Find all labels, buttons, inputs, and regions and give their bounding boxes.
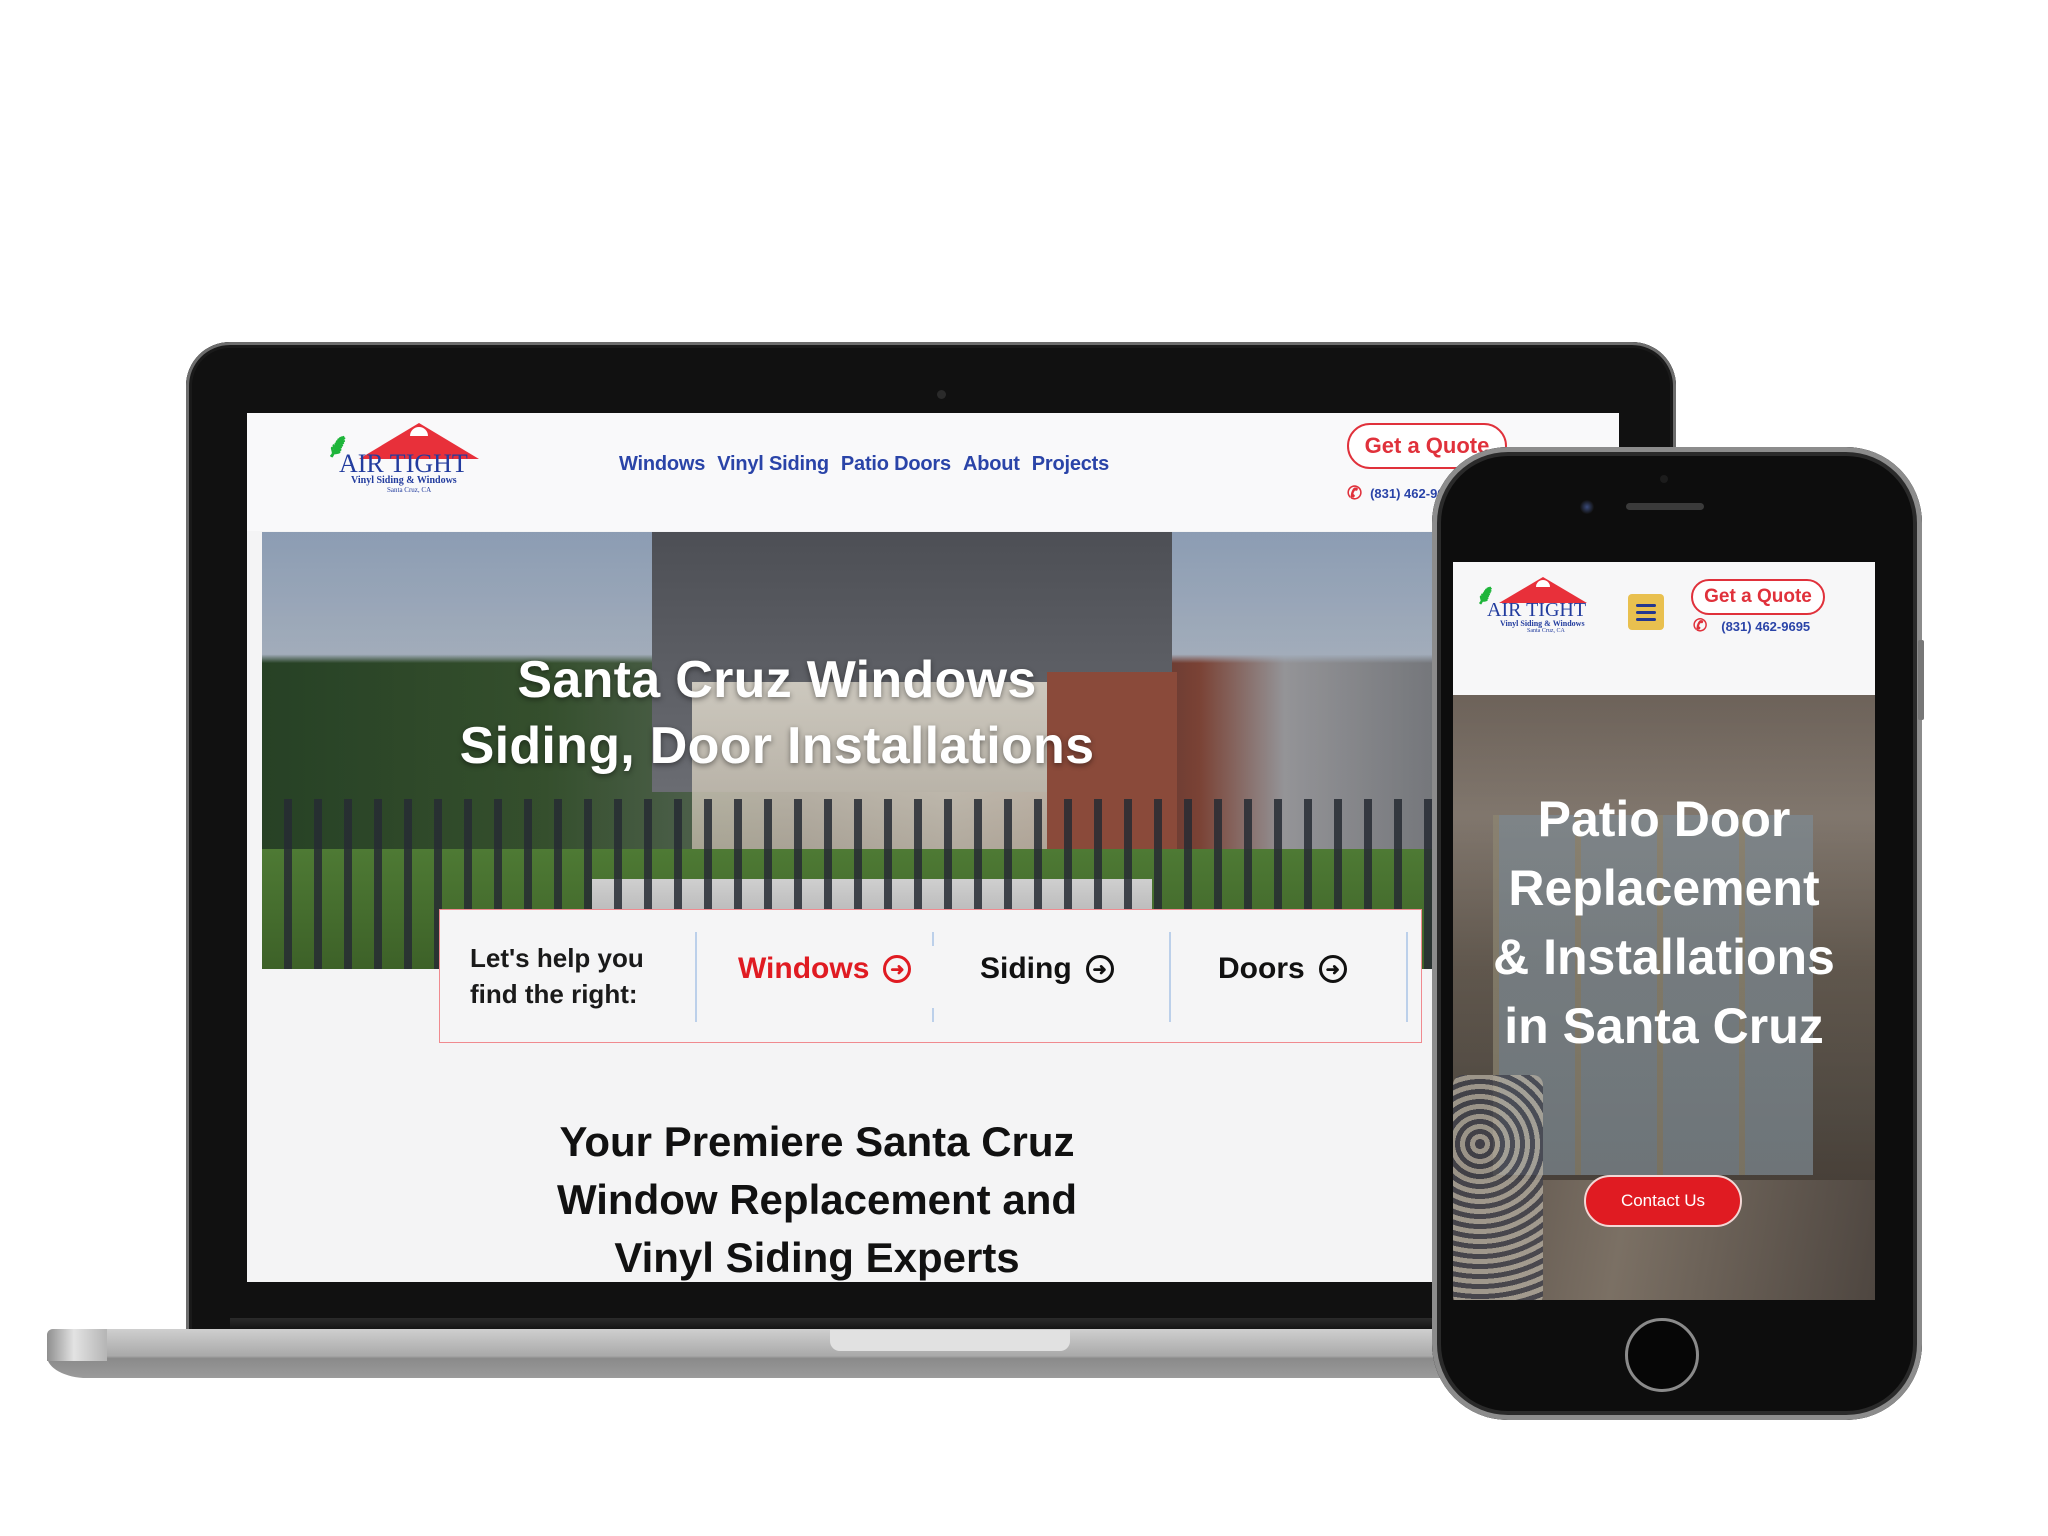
phone-sensor bbox=[1660, 475, 1668, 483]
arrow-right-circle-icon: ➜ bbox=[1085, 955, 1114, 983]
finder-siding-link[interactable]: Siding ➜ bbox=[980, 952, 1114, 986]
divider bbox=[1406, 932, 1408, 1022]
logo-location: Santa Cruz, CA bbox=[1527, 628, 1565, 634]
finder-windows-link[interactable]: Windows ➜ bbox=[738, 952, 912, 986]
divider bbox=[1169, 932, 1171, 1022]
hero-title-line-1: Santa Cruz Windows bbox=[517, 651, 1037, 709]
arrow-right-circle-icon: ➜ bbox=[1318, 955, 1347, 983]
about-heading: Your Premiere Santa Cruz Window Replacem… bbox=[247, 1113, 1387, 1282]
about-heading-line-3: Vinyl Siding Experts bbox=[614, 1234, 1020, 1281]
main-nav: Windows Vinyl Siding Patio Doors About P… bbox=[619, 453, 1109, 476]
mobile-header: ⸙ AIR TIGHT Vinyl Siding & Windows Santa… bbox=[1453, 562, 1875, 695]
laptop-camera bbox=[937, 390, 946, 399]
phone-icon: ✆ bbox=[1693, 616, 1708, 635]
mobile-website: ⸙ AIR TIGHT Vinyl Siding & Windows Santa… bbox=[1453, 562, 1875, 1300]
mobile-hero-title: Patio Door Replacement & Installations i… bbox=[1453, 785, 1875, 1061]
hero-image-armchair bbox=[1453, 1075, 1543, 1300]
logo-sunburst-icon bbox=[1536, 580, 1550, 587]
finder-label-line-2: find the right: bbox=[470, 979, 638, 1009]
hamburger-menu-button[interactable] bbox=[1628, 594, 1664, 630]
mobile-hero-line-2: Replacement bbox=[1508, 860, 1820, 916]
about-heading-line-1: Your Premiere Santa Cruz bbox=[559, 1118, 1075, 1165]
mobile-hero: Patio Door Replacement & Installations i… bbox=[1453, 695, 1875, 1300]
finder-doors-label: Doors bbox=[1218, 952, 1305, 985]
desktop-website: ⸙ AIR TIGHT Vinyl Siding & Windows Santa… bbox=[247, 413, 1619, 1282]
mobile-brand-logo[interactable]: ⸙ AIR TIGHT Vinyl Siding & Windows Santa… bbox=[1475, 577, 1605, 642]
finder-windows-label: Windows bbox=[738, 952, 870, 985]
nav-vinyl-siding[interactable]: Vinyl Siding bbox=[717, 453, 829, 476]
logo-tagline: Vinyl Siding & Windows bbox=[351, 475, 457, 486]
phone-speaker bbox=[1626, 503, 1704, 510]
finder-label-line-1: Let's help you bbox=[470, 943, 644, 973]
hero-title: Santa Cruz Windows Siding, Door Installa… bbox=[262, 647, 1292, 779]
hero-title-line-2: Siding, Door Installations bbox=[459, 717, 1095, 775]
phone-home-button bbox=[1625, 1318, 1699, 1392]
brand-logo[interactable]: ⸙ AIR TIGHT Vinyl Siding & Windows Santa… bbox=[321, 423, 479, 494]
hamburger-icon-bar bbox=[1636, 610, 1656, 614]
phone-side-button bbox=[1918, 640, 1924, 720]
divider bbox=[932, 932, 934, 946]
finder-doors-link[interactable]: Doors ➜ bbox=[1218, 952, 1347, 986]
divider bbox=[932, 1008, 934, 1022]
divider bbox=[695, 932, 697, 1022]
laptop-trackpad-notch bbox=[830, 1330, 1070, 1351]
mobile-phone-number: (831) 462-9695 bbox=[1721, 618, 1811, 634]
nav-about[interactable]: About bbox=[963, 453, 1020, 476]
hero-banner: Santa Cruz Windows Siding, Door Installa… bbox=[262, 532, 1619, 969]
contact-us-button[interactable]: Contact Us bbox=[1584, 1175, 1742, 1227]
mobile-phone-link[interactable]: ✆ (831) 462-9695 bbox=[1693, 616, 1810, 636]
product-finder: Let's help you find the right: Windows ➜… bbox=[439, 909, 1422, 1043]
nav-windows[interactable]: Windows bbox=[619, 453, 705, 476]
finder-siding-label: Siding bbox=[980, 952, 1072, 985]
hamburger-icon-bar bbox=[1636, 603, 1656, 607]
laptop-base-highlight bbox=[47, 1329, 107, 1361]
site-header: ⸙ AIR TIGHT Vinyl Siding & Windows Santa… bbox=[247, 413, 1619, 531]
logo-location: Santa Cruz, CA bbox=[387, 486, 432, 494]
phone-icon: ✆ bbox=[1347, 483, 1363, 503]
mobile-get-quote-button[interactable]: Get a Quote bbox=[1691, 579, 1825, 615]
nav-projects[interactable]: Projects bbox=[1032, 453, 1110, 476]
arrow-right-circle-icon: ➜ bbox=[883, 955, 912, 983]
nav-patio-doors[interactable]: Patio Doors bbox=[841, 453, 951, 476]
about-heading-line-2: Window Replacement and bbox=[556, 1176, 1078, 1223]
phone-camera-icon bbox=[1580, 500, 1594, 514]
finder-label: Let's help you find the right: bbox=[470, 940, 644, 1012]
mobile-hero-line-1: Patio Door bbox=[1537, 791, 1791, 847]
mobile-hero-line-4: in Santa Cruz bbox=[1504, 998, 1824, 1054]
logo-tagline: Vinyl Siding & Windows bbox=[1500, 619, 1585, 628]
hamburger-icon-bar bbox=[1636, 617, 1656, 621]
mobile-hero-line-3: & Installations bbox=[1493, 929, 1835, 985]
